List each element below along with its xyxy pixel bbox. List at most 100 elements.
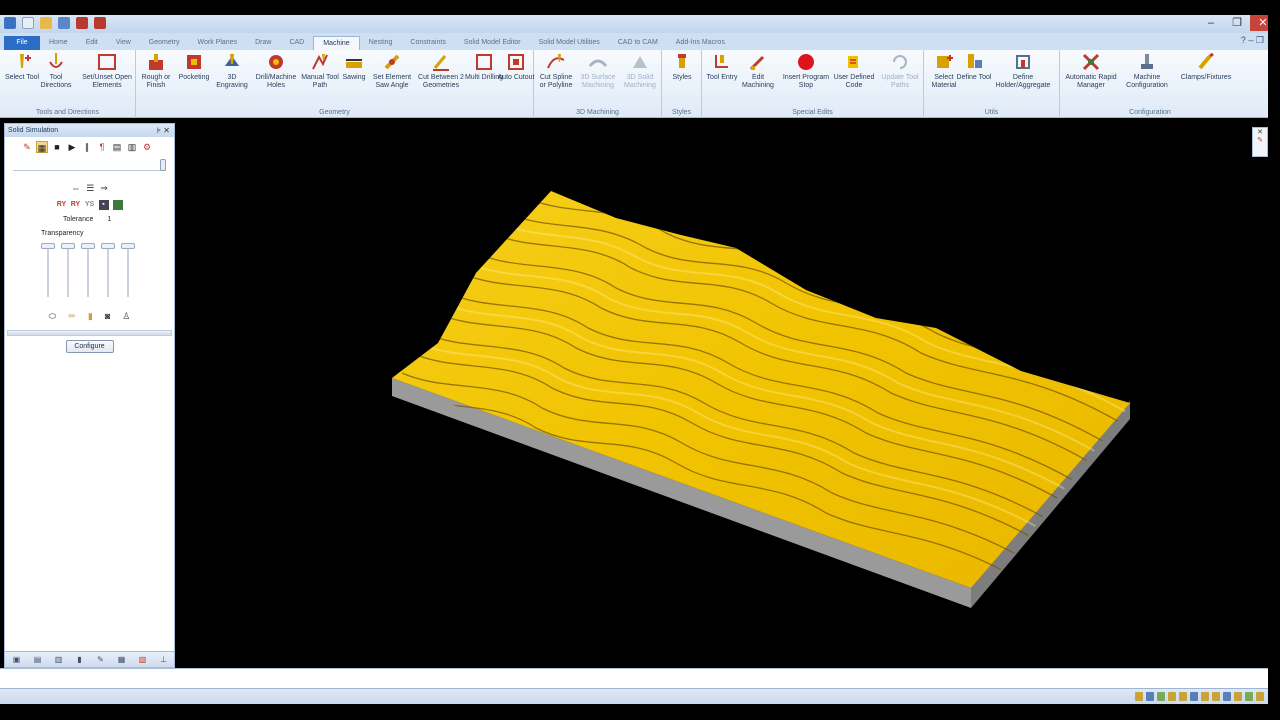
update-tool-paths-button[interactable]: Update Tool Paths bbox=[880, 52, 920, 90]
polar-icon[interactable] bbox=[1179, 692, 1187, 701]
panel-close-icon[interactable]: ✕ bbox=[163, 126, 170, 135]
help-icon[interactable]: ? bbox=[1241, 35, 1246, 45]
pin-icon[interactable]: ⊧ bbox=[157, 126, 161, 135]
center-icon[interactable]: ☰ bbox=[86, 183, 94, 194]
tab-cad[interactable]: CAD bbox=[280, 36, 313, 50]
insert-program-stop-button[interactable]: Insert Program Stop bbox=[782, 52, 830, 90]
tab-edit[interactable]: Edit bbox=[77, 36, 107, 50]
dyn-icon[interactable] bbox=[1201, 692, 1209, 701]
automatic-rapid-manager-button[interactable]: Automatic Rapid Manager bbox=[1064, 52, 1118, 90]
app-menu-icon[interactable] bbox=[4, 17, 16, 29]
tab-home[interactable]: Home bbox=[40, 36, 77, 50]
viewport-close-icon[interactable]: ✕ bbox=[1253, 128, 1267, 136]
transparency-slider-holder[interactable] bbox=[81, 241, 95, 301]
stop-icon[interactable]: ■ bbox=[51, 141, 63, 153]
transparency-slider-machine[interactable] bbox=[121, 241, 135, 301]
redo-icon[interactable] bbox=[94, 17, 106, 29]
tab-add-ins-macros[interactable]: Add-Ins Macros bbox=[667, 36, 734, 50]
pause-icon[interactable]: ∥ bbox=[81, 141, 93, 153]
simulation-shortcut-icon[interactable]: ✎ bbox=[1253, 136, 1267, 144]
rough-or-finish-button[interactable]: Rough or Finish bbox=[136, 52, 176, 90]
set-element-saw-angle-button[interactable]: Set Element Saw Angle bbox=[370, 52, 414, 90]
tool-directions-button[interactable]: Tool Directions bbox=[36, 52, 76, 90]
track-icon[interactable] bbox=[1190, 692, 1198, 701]
ortho-icon[interactable] bbox=[1157, 692, 1165, 701]
pocketing-button[interactable]: Pocketing bbox=[174, 52, 214, 82]
define-holder-aggregate-button[interactable]: Define Holder/Aggregate bbox=[994, 52, 1052, 90]
layers-tab-icon[interactable]: ▣ bbox=[11, 655, 22, 665]
save-icon[interactable] bbox=[58, 17, 70, 29]
machining-tab-icon[interactable]: ▦ bbox=[116, 655, 127, 665]
osnap-icon[interactable] bbox=[1168, 692, 1176, 701]
pan-icon[interactable] bbox=[1256, 692, 1264, 701]
tab-geometry[interactable]: Geometry bbox=[140, 36, 189, 50]
material-color-icon[interactable] bbox=[112, 200, 123, 210]
speed-slider[interactable] bbox=[13, 159, 166, 171]
model-icon[interactable] bbox=[1223, 692, 1231, 701]
tab-draw[interactable]: Draw bbox=[246, 36, 280, 50]
tab-solid-model-editor[interactable]: Solid Model Editor bbox=[455, 36, 530, 50]
undo-icon[interactable] bbox=[76, 17, 88, 29]
transparency-slider-clamp[interactable] bbox=[101, 241, 115, 301]
grey-color-icon[interactable]: YS bbox=[85, 200, 95, 210]
transparency-slider-stock[interactable] bbox=[41, 241, 55, 301]
properties-tab-icon[interactable]: ▤ bbox=[32, 655, 43, 665]
3d-surface-machining-button[interactable]: 3D Surface Machining bbox=[578, 52, 618, 90]
move-right-icon[interactable]: ⇒ bbox=[100, 183, 108, 194]
tolerance-value[interactable]: 1 bbox=[107, 216, 111, 223]
simulation-viewport[interactable] bbox=[176, 123, 1268, 668]
snap-icon[interactable] bbox=[1135, 692, 1143, 701]
nesting-tab-icon[interactable]: ▧ bbox=[137, 655, 148, 665]
cut-spline-or-polyline-button[interactable]: Cut Spline or Polyline bbox=[536, 52, 576, 90]
configure-button[interactable]: Configure bbox=[65, 340, 114, 353]
zoom-icon[interactable] bbox=[1245, 692, 1253, 701]
speed-slider-thumb[interactable] bbox=[160, 159, 166, 171]
define-tool-button[interactable]: Define Tool bbox=[954, 52, 994, 82]
user-defined-code-button[interactable]: User Defined Code bbox=[830, 52, 878, 90]
cut-between-2-geometries-button[interactable]: Cut Between 2 Geometries bbox=[416, 52, 466, 90]
sawing-button[interactable]: Sawing bbox=[334, 52, 374, 82]
simulate-icon[interactable]: ✎ bbox=[21, 141, 33, 153]
3d-solid-machining-button[interactable]: 3D Solid Machining bbox=[620, 52, 660, 90]
save-view-icon[interactable]: ▪ bbox=[98, 200, 109, 210]
tab-solid-model-utilities[interactable]: Solid Model Utilities bbox=[530, 36, 609, 50]
tool-icon[interactable]: ¶ bbox=[96, 141, 108, 153]
tab-constraints[interactable]: Constraints bbox=[401, 36, 454, 50]
grid-snap-icon[interactable] bbox=[1146, 692, 1154, 701]
measure-icon[interactable]: ⚙ bbox=[141, 141, 153, 153]
red-color-icon[interactable]: RY bbox=[57, 200, 67, 210]
tab-view[interactable]: View bbox=[107, 36, 140, 50]
simulation-tab-icon[interactable]: ✎ bbox=[95, 655, 106, 665]
move-left-icon[interactable]: ⇔ bbox=[71, 183, 80, 194]
command-line[interactable] bbox=[0, 668, 1268, 688]
layout-icon[interactable] bbox=[1234, 692, 1242, 701]
styles-button[interactable]: Styles bbox=[662, 52, 702, 82]
play-icon[interactable]: ▶ bbox=[66, 141, 78, 153]
auto-cutout-button[interactable]: Auto Cutout bbox=[496, 52, 536, 82]
ribbon-restore-icon[interactable]: ❐ bbox=[1256, 35, 1264, 45]
tools-tab-icon[interactable]: ▮ bbox=[74, 655, 85, 665]
library-tab-icon[interactable]: ▥ bbox=[53, 655, 64, 665]
transparency-slider-tool[interactable] bbox=[61, 241, 75, 301]
tree-tab-icon[interactable]: ⊥ bbox=[158, 655, 169, 665]
maximize-button[interactable]: ❐ bbox=[1224, 15, 1250, 31]
drill-machine-holes-button[interactable]: Drill/Machine Holes bbox=[252, 52, 300, 90]
tab-file[interactable]: File bbox=[4, 36, 40, 50]
grid-icon[interactable]: ▤ bbox=[111, 141, 123, 153]
ribbon-minimize-icon[interactable]: – bbox=[1248, 35, 1253, 45]
3d-engraving-button[interactable]: 3D Engraving bbox=[212, 52, 252, 90]
tab-machine[interactable]: Machine bbox=[313, 36, 360, 50]
table-icon[interactable]: ▥ bbox=[126, 141, 138, 153]
tab-work-planes[interactable]: Work Planes bbox=[189, 36, 247, 50]
green-color-icon[interactable]: RY bbox=[71, 200, 81, 210]
tab-cad-to-cam[interactable]: CAD to CAM bbox=[609, 36, 667, 50]
open-folder-icon[interactable] bbox=[40, 17, 52, 29]
set-unset-open-elements-button[interactable]: Set/Unset Open Elements bbox=[82, 52, 132, 90]
edit-machining-button[interactable]: Edit Machining bbox=[736, 52, 780, 90]
new-file-icon[interactable] bbox=[22, 17, 34, 29]
tab-nesting[interactable]: Nesting bbox=[360, 36, 402, 50]
simulate-all-icon[interactable]: ▦ bbox=[36, 141, 48, 153]
minimize-button[interactable]: – bbox=[1198, 15, 1224, 31]
clamps-fixtures-button[interactable]: Clamps/Fixtures bbox=[1176, 52, 1236, 82]
machine-configuration-button[interactable]: Machine Configuration bbox=[1120, 52, 1174, 90]
